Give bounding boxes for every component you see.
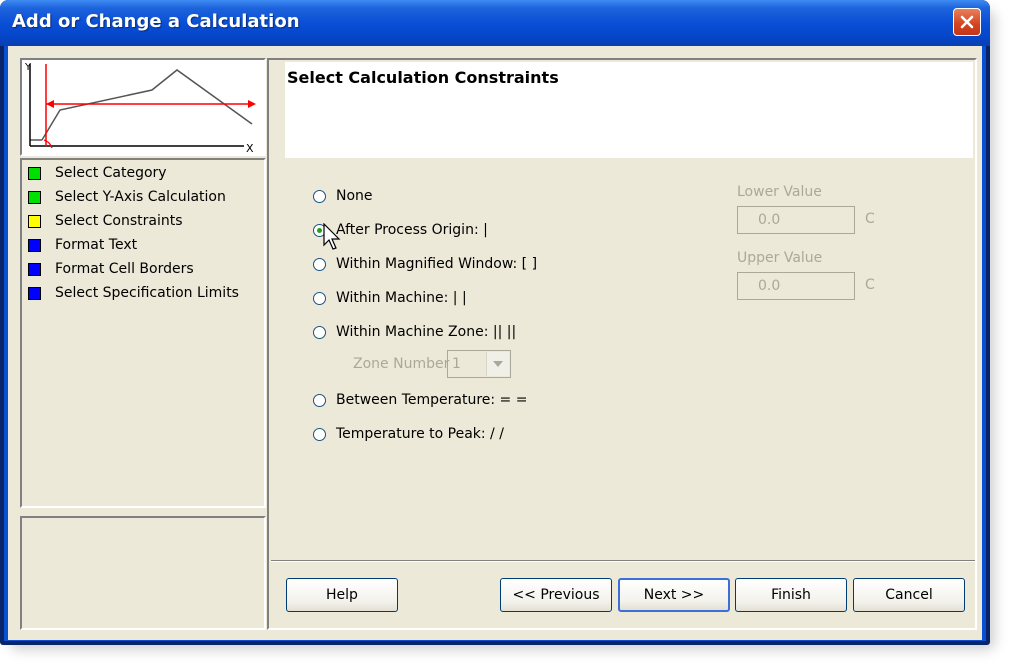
step-status-swatch xyxy=(28,238,41,252)
chevron-down-icon xyxy=(493,361,503,367)
step-label: Select Y-Axis Calculation xyxy=(55,189,226,205)
step-status-swatch xyxy=(28,214,41,228)
option-label: Within Magnified Window: [ ] xyxy=(336,256,538,272)
y-axis-label: Y xyxy=(24,62,32,73)
upper-value-unit: C xyxy=(865,277,875,293)
lower-value-unit: C xyxy=(865,211,875,227)
cancel-button[interactable]: Cancel xyxy=(853,578,965,612)
step-format-cell-borders: Format Cell Borders xyxy=(28,258,194,280)
dialog-client: Y X Select Category Select Y-Axis Calcul… xyxy=(8,46,982,640)
step-status-swatch xyxy=(28,262,41,276)
option-label: Within Machine Zone: || || xyxy=(336,324,517,340)
step-status-swatch xyxy=(28,190,41,204)
previous-button[interactable]: << Previous xyxy=(500,578,612,612)
dialog-window: Add or Change a Calculation Y X Select C… xyxy=(0,0,990,645)
window-title: Add or Change a Calculation xyxy=(12,11,300,32)
constraints-panel: Select Calculation Constraints None Afte… xyxy=(267,58,977,630)
zone-number-select[interactable]: 1 xyxy=(447,350,511,378)
option-temperature-to-peak[interactable]: Temperature to Peak: / / xyxy=(313,423,504,445)
option-label: Between Temperature: = = xyxy=(336,392,528,408)
help-button[interactable]: Help xyxy=(286,578,398,612)
radio-within-machine-zone[interactable] xyxy=(313,325,326,339)
step-select-y-axis: Select Y-Axis Calculation xyxy=(28,186,226,208)
next-button[interactable]: Next >> xyxy=(618,578,730,612)
step-status-swatch xyxy=(28,286,41,300)
close-button[interactable] xyxy=(953,8,981,36)
zone-dropdown-button[interactable] xyxy=(486,352,509,376)
step-label: Format Text xyxy=(55,237,138,253)
option-label: Temperature to Peak: / / xyxy=(336,426,504,442)
upper-value-label: Upper Value xyxy=(737,250,823,266)
option-within-machine[interactable]: Within Machine: | | xyxy=(313,287,467,309)
page-title: Select Calculation Constraints xyxy=(287,68,559,87)
preview-graph: Y X xyxy=(24,62,256,155)
step-label: Select Category xyxy=(55,165,167,181)
mouse-cursor-icon xyxy=(323,223,341,250)
step-format-text: Format Text xyxy=(28,234,137,256)
button-separator-highlight xyxy=(271,561,975,562)
option-none[interactable]: None xyxy=(313,185,373,207)
info-panel xyxy=(20,516,266,630)
radio-temperature-to-peak[interactable] xyxy=(313,427,326,441)
option-label: None xyxy=(336,188,373,204)
radio-within-magnified-window[interactable] xyxy=(313,257,326,271)
step-select-spec-limits: Select Specification Limits xyxy=(28,282,239,304)
header-box: Select Calculation Constraints xyxy=(285,62,973,158)
upper-value-input[interactable]: 0.0 xyxy=(737,272,855,300)
zone-number-label: Zone Number xyxy=(353,356,450,372)
title-bar[interactable]: Add or Change a Calculation xyxy=(0,0,990,46)
finish-button[interactable]: Finish xyxy=(735,578,847,612)
step-label: Select Constraints xyxy=(55,213,183,229)
option-within-magnified-window[interactable]: Within Magnified Window: [ ] xyxy=(313,253,537,275)
wizard-steps: Select Category Select Y-Axis Calculatio… xyxy=(20,158,266,508)
option-within-machine-zone[interactable]: Within Machine Zone: || || xyxy=(313,321,516,343)
option-label: Within Machine: | | xyxy=(336,290,467,306)
calculation-preview: Y X xyxy=(20,58,266,156)
lower-value-label: Lower Value xyxy=(737,184,822,200)
radio-within-machine[interactable] xyxy=(313,291,326,305)
step-status-swatch xyxy=(28,166,41,180)
option-label: After Process Origin: | xyxy=(336,222,488,238)
step-select-constraints: Select Constraints xyxy=(28,210,183,232)
radio-between-temperature[interactable] xyxy=(313,393,326,407)
zone-number-value: 1 xyxy=(452,356,461,372)
step-label: Format Cell Borders xyxy=(55,261,194,277)
option-between-temperature[interactable]: Between Temperature: = = xyxy=(313,389,527,411)
radio-none[interactable] xyxy=(313,189,326,203)
close-icon xyxy=(960,15,974,29)
x-axis-label: X xyxy=(246,142,254,154)
lower-value-input[interactable]: 0.0 xyxy=(737,206,855,234)
step-label: Select Specification Limits xyxy=(55,285,239,301)
step-select-category: Select Category xyxy=(28,162,167,184)
